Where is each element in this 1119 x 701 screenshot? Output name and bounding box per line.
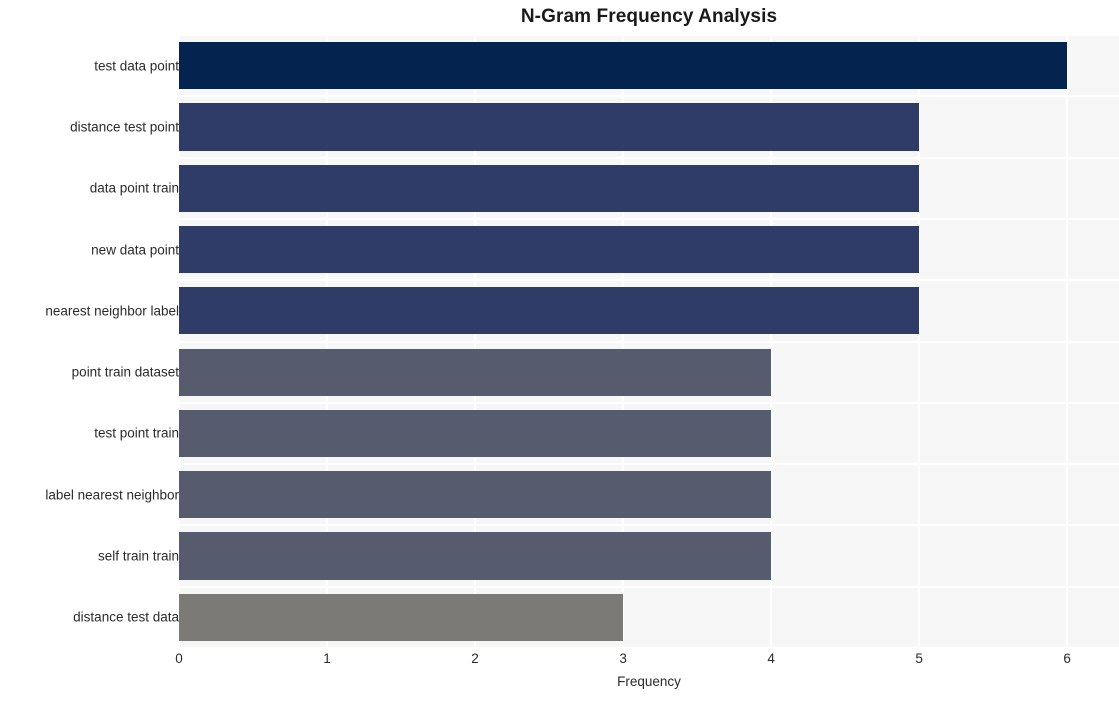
gridline-horizontal-2 — [179, 156, 1119, 159]
y-axis-tick-label: new data point — [91, 242, 179, 258]
bar — [179, 471, 772, 519]
gridline-horizontal-3 — [179, 217, 1119, 220]
y-axis-tick-label: label nearest neighbor — [45, 487, 179, 503]
gridline-horizontal-8 — [179, 524, 1119, 527]
y-axis-tick-label: distance test data — [73, 609, 179, 625]
y-axis-tick-label: data point train — [89, 180, 179, 196]
chart-figure: N-Gram Frequency Analysis test data poin… — [0, 0, 1119, 701]
y-axis-tick-label: test point train — [94, 425, 179, 441]
gridline-horizontal-5 — [179, 340, 1119, 343]
bar — [179, 593, 624, 641]
x-axis-tick-label: 6 — [1063, 651, 1071, 666]
gridline-horizontal-7 — [179, 463, 1119, 466]
x-axis-tick-label: 1 — [323, 651, 331, 666]
y-axis-tick-label: distance test point — [70, 119, 179, 135]
y-axis-tick-labels: test data point distance test point data p… — [0, 35, 179, 648]
bar — [179, 532, 772, 580]
bar — [179, 409, 772, 458]
gridline-horizontal-6 — [179, 401, 1119, 404]
y-axis-tick-label: self train train — [97, 548, 179, 564]
y-axis-tick-label: nearest neighbor label — [45, 303, 179, 319]
bar — [179, 287, 920, 335]
y-axis-tick-label: point train dataset — [71, 364, 179, 380]
x-axis-tick-label: 5 — [915, 651, 923, 666]
chart-title: N-Gram Frequency Analysis — [520, 6, 778, 27]
bar — [179, 225, 920, 274]
gridline-horizontal-1 — [179, 95, 1119, 98]
gridline-horizontal-0 — [179, 35, 1119, 36]
bar — [179, 42, 1068, 90]
gridline-horizontal-4 — [179, 279, 1119, 282]
x-axis-tick-labels: 0 1 2 3 4 5 6 — [175, 648, 1119, 672]
bar — [179, 164, 920, 212]
gridline-horizontal-9 — [179, 585, 1119, 588]
y-axis-tick-label: test data point — [94, 58, 179, 74]
x-axis-tick-label: 0 — [175, 651, 183, 666]
x-axis-tick-label: 4 — [767, 651, 775, 666]
x-axis-title: Frequency — [617, 674, 681, 689]
x-axis-tick-label: 2 — [471, 651, 479, 666]
plot-area — [179, 35, 1119, 648]
bar — [179, 348, 772, 396]
x-axis-tick-label: 3 — [619, 651, 627, 666]
bar — [179, 103, 920, 151]
